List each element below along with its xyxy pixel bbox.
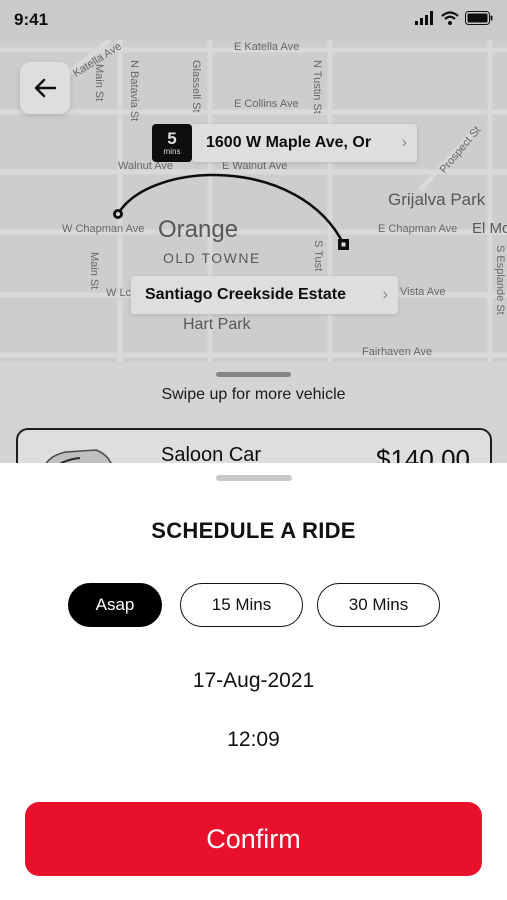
option-30-mins[interactable]: 30 Mins — [317, 583, 440, 627]
option-15-mins[interactable]: 15 Mins — [180, 583, 303, 627]
date-picker[interactable]: 17-Aug-2021 — [0, 669, 507, 693]
sheet-title: SCHEDULE A RIDE — [151, 518, 356, 543]
confirm-button[interactable]: Confirm — [25, 802, 482, 876]
sheet-handle[interactable] — [216, 475, 292, 481]
time-picker[interactable]: 12:09 — [0, 728, 507, 752]
option-asap[interactable]: Asap — [68, 583, 162, 627]
schedule-sheet: SCHEDULE A RIDE Asap 15 Mins 30 Mins 17-… — [0, 463, 507, 900]
